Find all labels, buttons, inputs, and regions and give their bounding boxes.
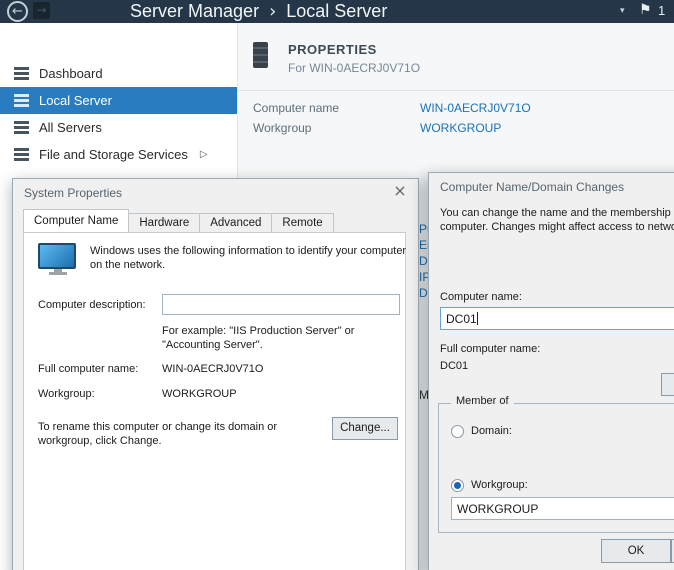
monitor-icon xyxy=(38,243,78,277)
workgroup-link[interactable]: WORKGROUP xyxy=(420,121,501,135)
breadcrumb: Server Manager › Local Server xyxy=(130,0,387,23)
occluded-link-fragment[interactable]: Pu xyxy=(419,222,428,236)
properties-heading: PROPERTIES xyxy=(288,42,377,57)
forward-button[interactable]: → xyxy=(33,2,50,19)
properties-server-icon xyxy=(253,42,268,68)
text-cursor xyxy=(477,312,478,325)
computer-name-tab-page: Windows uses the following information t… xyxy=(23,232,406,570)
sidebar-item-label: Dashboard xyxy=(39,66,103,81)
workgroup-radio[interactable] xyxy=(451,479,464,492)
computer-description-input[interactable] xyxy=(162,294,400,315)
domain-radio[interactable] xyxy=(451,425,464,438)
dialog-title: System Properties xyxy=(24,186,122,200)
change-button[interactable]: Change... xyxy=(332,417,398,440)
tab-hardware[interactable]: Hardware xyxy=(128,213,200,232)
ok-button[interactable]: OK xyxy=(601,539,671,563)
breadcrumb-page: Local Server xyxy=(286,1,387,21)
dashboard-icon xyxy=(14,67,29,80)
intro-text: on the network. xyxy=(90,259,165,271)
computer-name-link[interactable]: WIN-0AECRJ0V71O xyxy=(420,101,531,115)
computer-name-input[interactable]: DC01 xyxy=(440,307,674,330)
occluded-link-fragment[interactable]: IP xyxy=(419,270,428,284)
sidebar-item-file-storage[interactable]: File and Storage Services ▷ xyxy=(0,141,237,168)
tab-remote[interactable]: Remote xyxy=(271,213,333,232)
workgroup-label: Workgroup: xyxy=(38,388,95,400)
full-computer-name-label: Full computer name: xyxy=(440,343,540,355)
workgroup-value: WORKGROUP xyxy=(162,388,237,400)
app-title: Server Manager xyxy=(130,1,259,21)
workgroup-label: Workgroup xyxy=(253,121,311,135)
storage-icon xyxy=(14,148,29,161)
computer-description-label: Computer description: xyxy=(38,299,146,311)
domain-radio-label: Domain: xyxy=(471,425,512,437)
example-text: "Accounting Server". xyxy=(162,339,263,351)
example-text: For example: "IIS Production Server" or xyxy=(162,325,354,337)
sidebar-item-local-server[interactable]: Local Server xyxy=(0,87,237,114)
computer-name-input-value: DC01 xyxy=(446,312,477,326)
expand-chevron-icon[interactable]: ▷ xyxy=(200,149,208,160)
close-icon[interactable]: × xyxy=(390,182,410,200)
sidebar-item-label: All Servers xyxy=(39,120,102,135)
intro-text: computer. Changes might affect access to… xyxy=(440,221,674,233)
occluded-text-fragment: M xyxy=(419,388,428,402)
computer-name-label: Computer name xyxy=(253,101,339,115)
occluded-link-fragment[interactable]: Di xyxy=(419,286,428,300)
sidebar-item-label: File and Storage Services xyxy=(39,147,188,162)
rename-hint-text: To rename this computer or change its do… xyxy=(38,421,277,433)
sidebar-item-label: Local Server xyxy=(39,93,112,108)
intro-text: You can change the name and the membersh… xyxy=(440,207,674,219)
server-manager-window: ← → Server Manager › Local Server ▾ ⚑ 1 Da… xyxy=(0,0,674,570)
back-button[interactable]: ← xyxy=(7,1,28,22)
full-computer-name-value: DC01 xyxy=(440,360,468,372)
system-properties-dialog: System Properties × Computer Name Hardwa… xyxy=(12,178,419,570)
tab-advanced[interactable]: Advanced xyxy=(199,213,272,232)
workgroup-input[interactable] xyxy=(451,497,674,520)
workgroup-radio-label: Workgroup: xyxy=(471,479,528,491)
name-changes-dialog: Computer Name/Domain Changes You can cha… xyxy=(428,172,674,570)
tab-strip: Computer Name Hardware Advanced Remote xyxy=(23,209,333,232)
properties-divider xyxy=(238,90,674,91)
servers-icon xyxy=(14,121,29,134)
sidebar-item-dashboard[interactable]: Dashboard xyxy=(0,60,237,87)
full-computer-name-value: WIN-0AECRJ0V71O xyxy=(162,363,263,375)
properties-subheading: For WIN-0AECRJ0V71O xyxy=(288,61,420,75)
notification-count[interactable]: 1 xyxy=(658,3,665,18)
tab-computer-name[interactable]: Computer Name xyxy=(23,209,129,232)
full-computer-name-label: Full computer name: xyxy=(38,363,138,375)
radio-dot xyxy=(454,482,461,489)
dialog-title: Computer Name/Domain Changes xyxy=(440,180,624,194)
computer-name-label: Computer name: xyxy=(440,291,522,303)
breadcrumb-caret-icon[interactable]: ▾ xyxy=(620,6,625,16)
member-of-label: Member of xyxy=(451,395,514,407)
more-button-partial[interactable] xyxy=(661,373,674,396)
server-icon xyxy=(14,94,29,107)
titlebar: ← → Server Manager › Local Server ▾ ⚑ 1 xyxy=(0,0,674,23)
rename-hint-text: workgroup, click Change. xyxy=(38,435,162,447)
occluded-link-fragment[interactable]: Di xyxy=(419,254,428,268)
occluded-link-fragment[interactable]: En xyxy=(419,238,428,252)
notification-flag-icon[interactable]: ⚑ xyxy=(639,2,652,18)
breadcrumb-separator-icon: › xyxy=(269,1,276,22)
sidebar-item-all-servers[interactable]: All Servers xyxy=(0,114,237,141)
intro-text: Windows uses the following information t… xyxy=(90,245,406,257)
